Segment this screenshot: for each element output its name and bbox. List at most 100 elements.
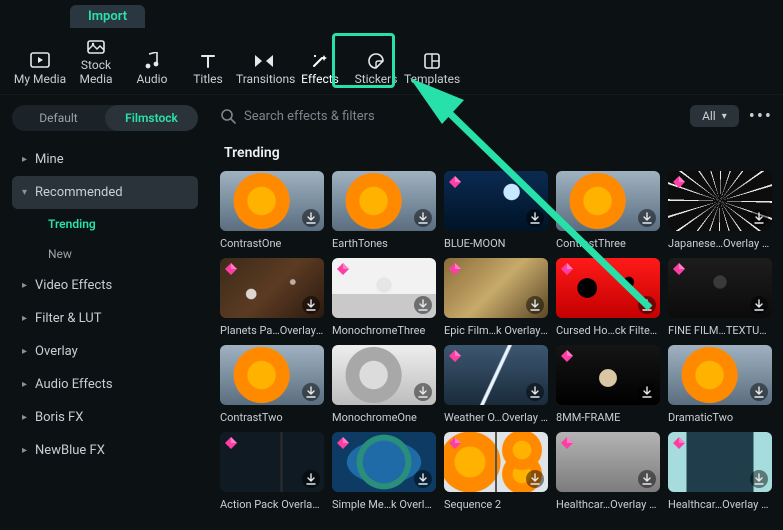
toggle-filmstock[interactable]: Filmstock xyxy=(105,105,198,131)
effect-thumbnail[interactable] xyxy=(668,432,772,492)
tab-transitions[interactable]: Transitions xyxy=(236,50,292,94)
toggle-default[interactable]: Default xyxy=(12,105,105,131)
tab-audio[interactable]: Audio xyxy=(124,50,180,94)
effect-thumbnail[interactable] xyxy=(332,171,436,231)
my-media-icon xyxy=(12,50,68,72)
sidebar-item-overlay[interactable]: ▸ Overlay xyxy=(12,335,198,368)
tab-templates[interactable]: Templates xyxy=(404,50,460,94)
effect-thumbnail[interactable] xyxy=(332,432,436,492)
sidebar-item-label: Boris FX xyxy=(35,410,83,425)
effect-card[interactable]: EarthTones xyxy=(332,171,436,250)
effect-thumbnail[interactable] xyxy=(332,345,436,405)
effect-thumbnail[interactable] xyxy=(668,258,772,318)
download-button[interactable] xyxy=(526,383,544,401)
download-button[interactable] xyxy=(638,296,656,314)
tab-label: Stickers xyxy=(348,72,404,86)
search-icon xyxy=(220,108,236,124)
effect-card[interactable]: Sequence 2 xyxy=(444,432,548,511)
effect-card[interactable]: ContrastTwo xyxy=(220,345,324,424)
download-button[interactable] xyxy=(750,296,768,314)
effect-thumbnail[interactable] xyxy=(556,171,660,231)
sidebar-item-audio-effects[interactable]: ▸ Audio Effects xyxy=(12,368,198,401)
effect-thumbnail[interactable] xyxy=(556,258,660,318)
premium-badge-icon xyxy=(672,436,686,450)
effect-card[interactable]: Action Pack Overlay 1 xyxy=(220,432,324,511)
import-button[interactable]: Import xyxy=(70,5,145,28)
effect-card[interactable]: MonochromeThree xyxy=(332,258,436,337)
sidebar-item-video-effects[interactable]: ▸ Video Effects xyxy=(12,269,198,302)
effect-thumbnail[interactable] xyxy=(444,258,548,318)
chevron-right-icon: ▸ xyxy=(22,412,27,423)
effect-thumbnail[interactable] xyxy=(556,432,660,492)
effect-thumbnail[interactable] xyxy=(220,258,324,318)
download-button[interactable] xyxy=(750,470,768,488)
effect-thumbnail[interactable] xyxy=(556,345,660,405)
sidebar-item-filter-lut[interactable]: ▸ Filter & LUT xyxy=(12,302,198,335)
sidebar-sub-new[interactable]: New xyxy=(12,239,198,269)
filter-all-dropdown[interactable]: All ▾ xyxy=(690,105,739,127)
effect-card[interactable]: Healthcar…Overlay 03 xyxy=(556,432,660,511)
stickers-icon xyxy=(348,50,404,72)
effect-card[interactable]: Healthcar…Overlay 04 xyxy=(668,432,772,511)
search-input[interactable]: Search effects & filters xyxy=(220,108,680,124)
effect-card[interactable]: Weather O…Overlay 01 xyxy=(444,345,548,424)
effect-label: EarthTones xyxy=(332,237,436,250)
chevron-right-icon: ▸ xyxy=(22,313,27,324)
tab-label: Audio xyxy=(124,72,180,86)
effect-card[interactable]: Epic Film…k Overlay 12 xyxy=(444,258,548,337)
download-button[interactable] xyxy=(638,383,656,401)
templates-icon xyxy=(404,50,460,72)
sidebar-sub-trending[interactable]: Trending xyxy=(12,209,198,239)
effect-thumbnail[interactable] xyxy=(220,171,324,231)
download-button[interactable] xyxy=(526,296,544,314)
effect-thumbnail[interactable] xyxy=(332,258,436,318)
effect-card[interactable]: Simple Me…k Overlay 1 xyxy=(332,432,436,511)
tab-my-media[interactable]: My Media xyxy=(12,50,68,94)
effect-card[interactable]: Cursed Ho…ck Filter 01 xyxy=(556,258,660,337)
download-button[interactable] xyxy=(302,296,320,314)
tab-stock-media[interactable]: Stock Media xyxy=(68,36,124,94)
effect-card[interactable]: Planets Pa…Overlay 01 xyxy=(220,258,324,337)
download-button[interactable] xyxy=(750,209,768,227)
effect-thumbnail[interactable] xyxy=(444,432,548,492)
download-button[interactable] xyxy=(414,209,432,227)
effect-card[interactable]: ContrastThree xyxy=(556,171,660,250)
download-button[interactable] xyxy=(526,470,544,488)
effect-card[interactable]: FINE FILM…TEXTURE xyxy=(668,258,772,337)
effect-card[interactable]: MonochromeOne xyxy=(332,345,436,424)
effect-thumbnail[interactable] xyxy=(220,345,324,405)
tab-effects[interactable]: Effects xyxy=(292,50,348,94)
download-button[interactable] xyxy=(638,470,656,488)
download-button[interactable] xyxy=(302,209,320,227)
download-button[interactable] xyxy=(414,470,432,488)
download-button[interactable] xyxy=(526,209,544,227)
sidebar-item-newblue-fx[interactable]: ▸ NewBlue FX xyxy=(12,434,198,467)
download-button[interactable] xyxy=(750,383,768,401)
effect-card[interactable]: DramaticTwo xyxy=(668,345,772,424)
download-button[interactable] xyxy=(414,383,432,401)
effect-thumbnail[interactable] xyxy=(220,432,324,492)
effect-card[interactable]: BLUE-MOON xyxy=(444,171,548,250)
effects-icon xyxy=(292,50,348,72)
sidebar-item-mine[interactable]: ▸ Mine xyxy=(12,143,198,176)
download-button[interactable] xyxy=(302,383,320,401)
effect-card[interactable]: ContrastOne xyxy=(220,171,324,250)
chevron-down-icon: ▾ xyxy=(722,111,727,122)
sidebar-item-recommended[interactable]: ▾ Recommended xyxy=(12,176,198,209)
download-button[interactable] xyxy=(414,296,432,314)
effect-thumbnail[interactable] xyxy=(668,171,772,231)
effects-sidebar: Default Filmstock ▸ Mine ▾ Recommended T… xyxy=(0,95,210,530)
sidebar-item-boris-fx[interactable]: ▸ Boris FX xyxy=(12,401,198,434)
tab-titles[interactable]: Titles xyxy=(180,50,236,94)
effect-card[interactable]: 8MM-FRAME xyxy=(556,345,660,424)
effect-thumbnail[interactable] xyxy=(444,171,548,231)
more-menu-button[interactable]: ••• xyxy=(749,106,773,127)
effect-card[interactable]: Japanese…Overlay 02 xyxy=(668,171,772,250)
effect-thumbnail[interactable] xyxy=(668,345,772,405)
sidebar-item-label: Mine xyxy=(35,152,64,167)
download-button[interactable] xyxy=(302,470,320,488)
effect-label: ContrastThree xyxy=(556,237,660,250)
tab-stickers[interactable]: Stickers xyxy=(348,50,404,94)
download-button[interactable] xyxy=(638,209,656,227)
effect-thumbnail[interactable] xyxy=(444,345,548,405)
